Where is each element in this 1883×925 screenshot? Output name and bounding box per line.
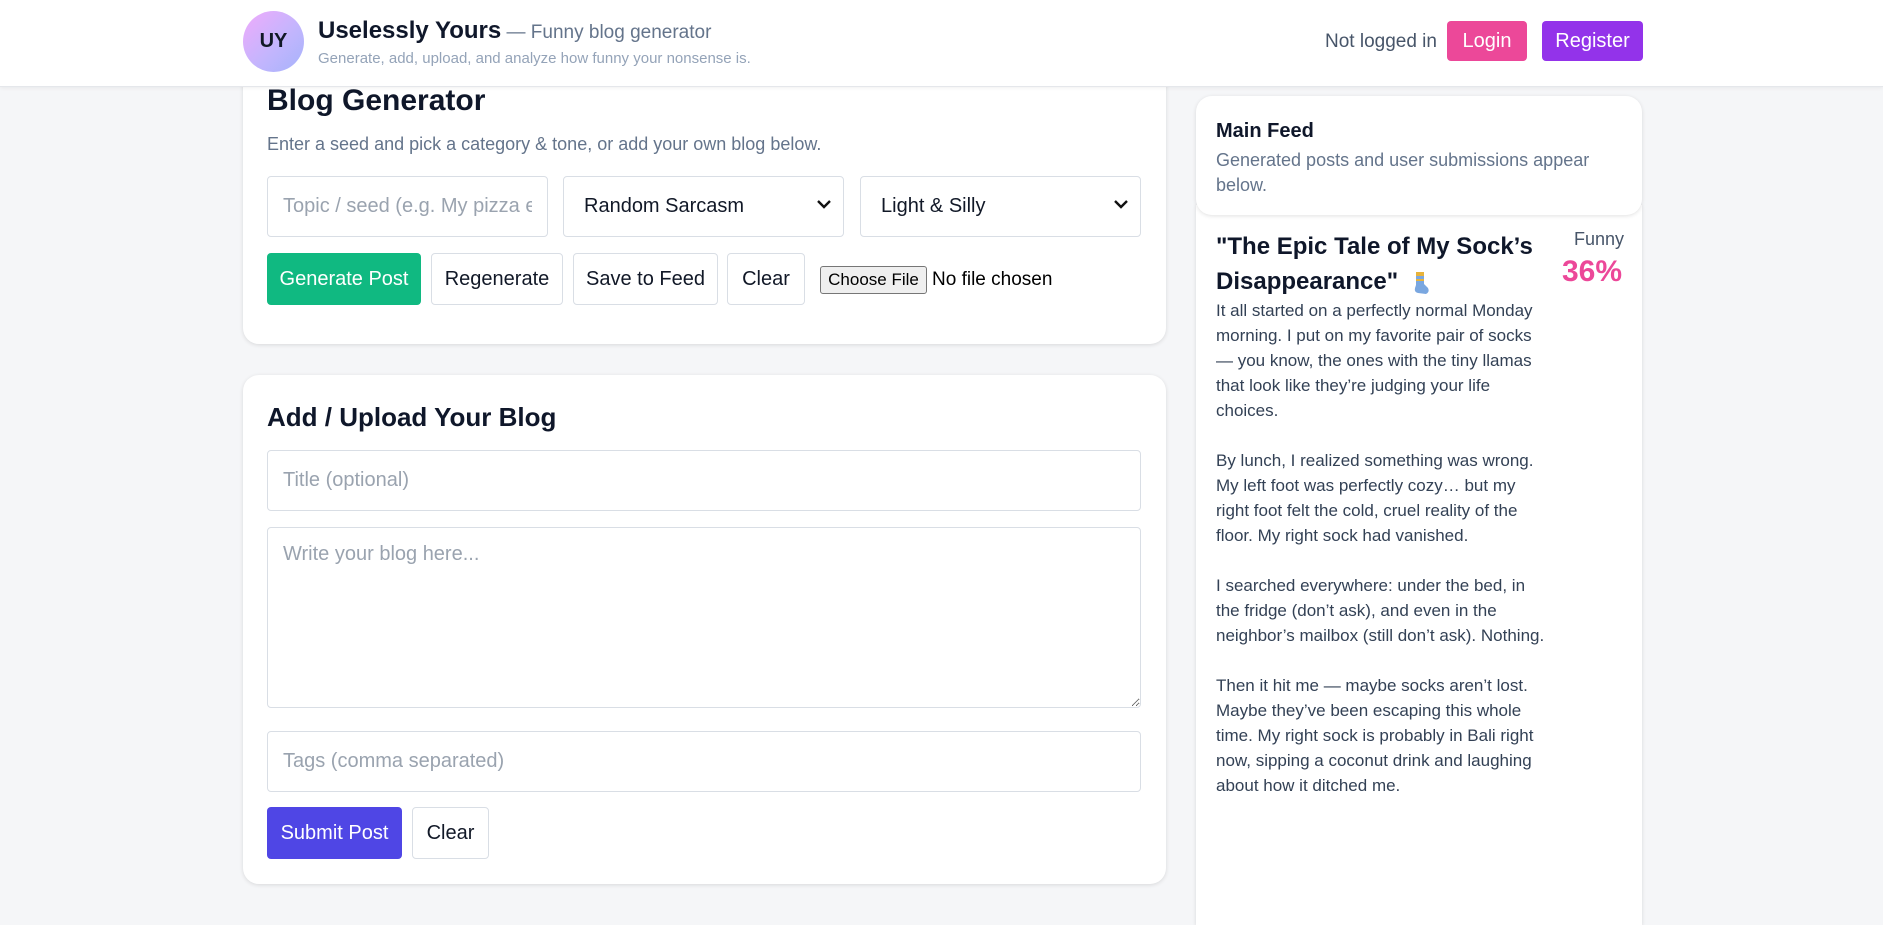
post-title: "The Epic Tale of My Sock’s Disappearanc… [1216,229,1546,299]
add-blog-clear-button[interactable]: Clear [412,807,489,859]
logo-avatar: UY [243,11,304,72]
blog-title-input[interactable] [267,450,1141,511]
add-blog-title: Add / Upload Your Blog [267,402,557,432]
register-button[interactable]: Register [1542,21,1643,61]
chevron-down-icon [1114,200,1128,209]
generate-post-button[interactable]: Generate Post [267,253,421,305]
category-select[interactable]: Random Sarcasm [563,176,844,237]
file-status: No file chosen [932,269,1053,290]
logo-initials: UY [259,30,288,52]
feed-post-card: "The Epic Tale of My Sock’s Disappearanc… [1196,205,1642,925]
add-upload-card: Add / Upload Your Blog Submit Post Clear [243,375,1166,884]
seed-input[interactable] [267,176,548,237]
brand-subtitle: Generate, add, upload, and analyze how f… [318,50,751,67]
generator-title: Blog Generator [267,84,486,117]
save-to-feed-button[interactable]: Save to Feed [573,253,718,305]
category-selected: Random Sarcasm [584,195,745,217]
post-paragraph: I searched everywhere: under the bed, in… [1216,576,1545,645]
tone-select[interactable]: Light & Silly [860,176,1141,237]
regenerate-button[interactable]: Regenerate [431,253,563,305]
blog-body-textarea[interactable] [267,527,1141,708]
tags-input[interactable] [267,731,1141,792]
funny-label: Funny [1574,229,1625,249]
submit-post-button[interactable]: Submit Post [267,807,402,859]
auth-status: Not logged in [1325,31,1437,52]
post-paragraph: Then it hit me — maybe socks aren’t lost… [1216,676,1534,795]
brand-separator: — [501,22,531,43]
brand: Uselessly Yours — Funny blog generator [318,17,711,45]
generator-clear-button[interactable]: Clear [727,253,805,305]
main-feed-description: Generated posts and user submissions app… [1216,150,1590,195]
brand-name: Uselessly Yours [318,17,502,44]
choose-file-button[interactable]: Choose File [820,266,927,294]
generator-description: Enter a seed and pick a category & tone,… [267,134,822,154]
chevron-down-icon [817,200,831,209]
main-feed-header-card: Main Feed Generated posts and user submi… [1196,96,1642,215]
brand-tagline: Funny blog generator [530,22,712,43]
post-paragraph: It all started on a perfectly normal Mon… [1216,301,1533,420]
post-title-text: "The Epic Tale of My Sock’s Disappearanc… [1216,233,1533,295]
post-body: It all started on a perfectly normal Mon… [1216,298,1546,823]
post-paragraph: By lunch, I realized something was wrong… [1216,451,1534,545]
funny-score: 36% [1562,255,1623,288]
top-header: UY Uselessly Yours — Funny blog generato… [0,0,1883,87]
main-feed-title: Main Feed [1216,120,1314,142]
login-button[interactable]: Login [1447,21,1527,61]
sock-icon [1414,271,1429,294]
tone-selected: Light & Silly [881,195,986,217]
